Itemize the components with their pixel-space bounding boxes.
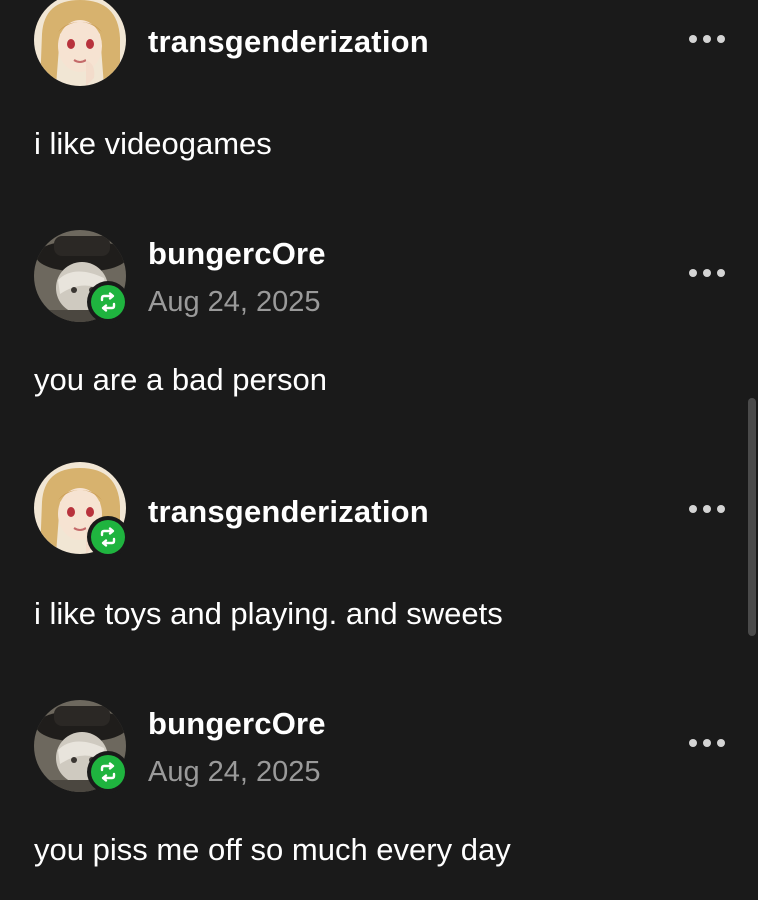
post-date: Aug 24, 2025 <box>148 756 321 788</box>
more-options-icon[interactable] <box>689 502 725 516</box>
reblog-icon <box>87 281 129 323</box>
post-date: Aug 24, 2025 <box>148 286 321 318</box>
reblog-icon <box>87 751 129 793</box>
avatar[interactable] <box>34 0 126 86</box>
post-username[interactable]: transgenderization <box>148 24 429 60</box>
more-options-icon[interactable] <box>689 266 725 280</box>
post-text: you piss me off so much every day <box>34 832 511 867</box>
more-options-icon[interactable] <box>689 736 725 750</box>
post-text: i like videogames <box>34 126 272 161</box>
post-text: you are a bad person <box>34 362 327 397</box>
post-text: i like toys and playing. and sweets <box>34 596 503 631</box>
post-username[interactable]: bungercOre <box>148 706 326 742</box>
reblog-icon <box>87 516 129 558</box>
scrollbar[interactable] <box>748 398 756 636</box>
post-username[interactable]: transgenderization <box>148 494 429 530</box>
post-username[interactable]: bungercOre <box>148 236 326 272</box>
more-options-icon[interactable] <box>689 32 725 46</box>
